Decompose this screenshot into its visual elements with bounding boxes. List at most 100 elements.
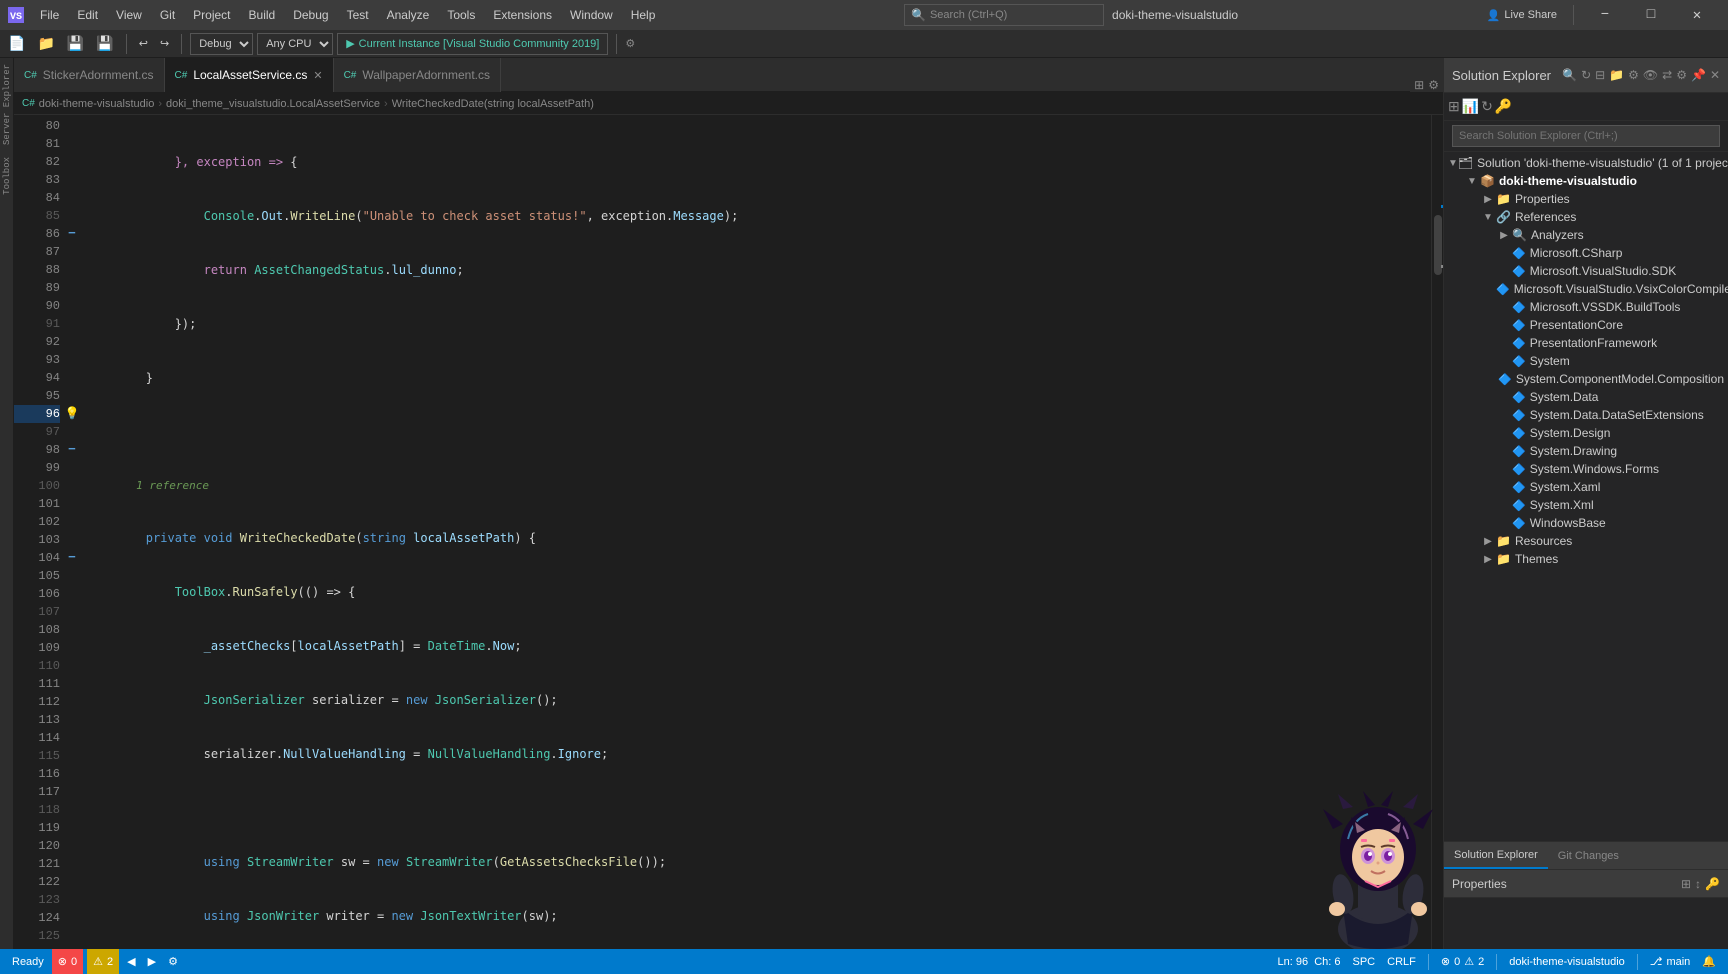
tab-stickeradornment[interactable]: C# StickerAdornment.cs	[14, 58, 165, 92]
save-all-btn[interactable]: 💾	[92, 33, 117, 54]
tree-references[interactable]: ▼ 🔗 References	[1444, 208, 1728, 226]
references-label: References	[1515, 210, 1576, 224]
status-position[interactable]: Ln: 96 Ch: 6	[1273, 956, 1344, 968]
menu-window[interactable]: Window	[562, 4, 621, 26]
menu-help[interactable]: Help	[623, 4, 664, 26]
menu-project[interactable]: Project	[185, 4, 238, 26]
sol-tb-btn-2[interactable]: 📊	[1462, 98, 1479, 115]
sol-show-all-btn[interactable]: 📁	[1609, 68, 1624, 82]
menu-test[interactable]: Test	[339, 4, 377, 26]
ref-icon-10: 🔷	[1512, 409, 1526, 422]
run-button[interactable]: ▶ Current Instance [Visual Studio Commun…	[337, 33, 608, 55]
menu-file[interactable]: File	[32, 4, 67, 26]
breadcrumb-method[interactable]: WriteCheckedDate(string localAssetPath)	[392, 98, 594, 110]
status-nav-forward[interactable]: ▶	[144, 955, 160, 968]
undo-btn[interactable]: ↩	[135, 35, 152, 52]
nav-extra-icon: ⚙	[168, 955, 178, 968]
menu-edit[interactable]: Edit	[69, 4, 106, 26]
toolbox-tab[interactable]: Toolbox	[0, 153, 14, 199]
tree-ref-system-drawing[interactable]: 🔷 System.Drawing	[1444, 442, 1728, 460]
save-btn[interactable]: 💾	[63, 33, 88, 54]
tree-ref-system[interactable]: 🔷 System	[1444, 352, 1728, 370]
tab-localassetservice[interactable]: C# LocalAssetService.cs ✕	[165, 58, 334, 92]
code-editor[interactable]: }, exception => { Console.Out.WriteLine(…	[80, 115, 1431, 949]
sol-settings-btn[interactable]: ⚙	[1676, 68, 1687, 82]
status-branch[interactable]: ⎇ main	[1646, 955, 1695, 968]
tree-ref-windowsbase[interactable]: 🔷 WindowsBase	[1444, 514, 1728, 532]
server-explorer-tab[interactable]: Server Explorer	[0, 60, 14, 149]
status-ready[interactable]: Ready	[8, 956, 48, 968]
menu-git[interactable]: Git	[152, 4, 183, 26]
debug-config-dropdown[interactable]: Debug	[190, 33, 253, 55]
solution-explorer-tab-bottom[interactable]: Solution Explorer	[1444, 842, 1548, 869]
sol-refresh-btn[interactable]: ↻	[1581, 68, 1591, 82]
tree-ref-presentationfw[interactable]: 🔷 PresentationFramework	[1444, 334, 1728, 352]
tree-ref-vs-sdk[interactable]: 🔷 Microsoft.VisualStudio.SDK	[1444, 262, 1728, 280]
tree-ref-vsix-color[interactable]: 🔷 Microsoft.VisualStudio.VsixColorCompil…	[1444, 280, 1728, 298]
menu-analyze[interactable]: Analyze	[379, 4, 438, 26]
maximize-button[interactable]: □	[1628, 0, 1674, 30]
tree-project[interactable]: ▼ 📦 doki-theme-visualstudio	[1444, 172, 1728, 190]
status-line-endings[interactable]: CRLF	[1383, 956, 1420, 968]
status-warnings[interactable]: ⚠ 2	[87, 949, 119, 974]
tree-ref-system-xml[interactable]: 🔷 System.Xml	[1444, 496, 1728, 514]
minimize-button[interactable]: −	[1582, 0, 1628, 30]
status-errors[interactable]: ⊗ 0	[52, 949, 83, 974]
status-nav-extra[interactable]: ⚙	[164, 955, 182, 968]
menu-build[interactable]: Build	[241, 4, 284, 26]
editor-scrollbar[interactable]	[1431, 115, 1443, 949]
tree-resources[interactable]: ▶ 📁 Resources	[1444, 532, 1728, 550]
git-changes-tab[interactable]: Git Changes	[1548, 842, 1629, 869]
sol-filter-btn[interactable]: ⚙	[1628, 68, 1639, 82]
sol-tb-btn-3[interactable]: ↻	[1481, 98, 1493, 115]
status-indentation[interactable]: SPC	[1349, 956, 1380, 968]
status-nav-back[interactable]: ◀	[123, 955, 139, 968]
props-key-btn[interactable]: 🔑	[1705, 877, 1720, 891]
status-project-name[interactable]: doki-theme-visualstudio	[1505, 956, 1629, 968]
tree-ref-system-wf[interactable]: 🔷 System.Windows.Forms	[1444, 460, 1728, 478]
tree-ref-system-data-dse[interactable]: 🔷 System.Data.DataSetExtensions	[1444, 406, 1728, 424]
pin-btn[interactable]: 📌	[1691, 68, 1706, 82]
tree-properties[interactable]: ▶ 📁 Properties	[1444, 190, 1728, 208]
tree-ref-presentationcore[interactable]: 🔷 PresentationCore	[1444, 316, 1728, 334]
menu-view[interactable]: View	[108, 4, 150, 26]
props-sort-btn[interactable]: ↕	[1695, 877, 1701, 891]
close-all-tabs-btn[interactable]: ⚙	[1428, 78, 1439, 92]
tree-ref-microsoft-csharp[interactable]: 🔷 Microsoft.CSharp	[1444, 244, 1728, 262]
toolbar-extra-btn[interactable]: ⚙	[625, 37, 635, 50]
tree-ref-system-cmc[interactable]: 🔷 System.ComponentModel.Composition	[1444, 370, 1728, 388]
sol-collapse-btn[interactable]: ⊟	[1595, 68, 1605, 82]
new-project-btn[interactable]: 📄	[4, 33, 29, 54]
open-btn[interactable]: 📁	[33, 33, 58, 54]
sol-sync-btn[interactable]: ⇄	[1662, 68, 1672, 82]
platform-dropdown[interactable]: Any CPU	[257, 33, 333, 55]
tree-ref-system-design[interactable]: 🔷 System.Design	[1444, 424, 1728, 442]
menu-extensions[interactable]: Extensions	[485, 4, 560, 26]
split-editor-btn[interactable]: ⊞	[1414, 78, 1424, 92]
sol-tb-btn-4[interactable]: 🔑	[1495, 98, 1512, 115]
solution-search-input[interactable]	[1452, 125, 1720, 147]
props-categorize-btn[interactable]: ⊞	[1681, 877, 1691, 891]
tree-ref-system-xaml[interactable]: 🔷 System.Xaml	[1444, 478, 1728, 496]
live-share-btn[interactable]: 👤 Live Share	[1479, 9, 1565, 22]
close-panel-btn[interactable]: ✕	[1710, 68, 1720, 82]
sol-search-btn[interactable]: 🔍	[1562, 68, 1577, 82]
close-button[interactable]: ✕	[1674, 0, 1720, 30]
tree-ref-system-data[interactable]: 🔷 System.Data	[1444, 388, 1728, 406]
sol-tb-btn-1[interactable]: ⊞	[1448, 98, 1460, 115]
status-errors-bottom[interactable]: ⊗ 0 ⚠ 2	[1437, 955, 1488, 968]
tab-close-btn[interactable]: ✕	[313, 69, 322, 82]
redo-btn[interactable]: ↪	[156, 35, 173, 52]
tree-ref-vssdk-buildtools[interactable]: 🔷 Microsoft.VSSDK.BuildTools	[1444, 298, 1728, 316]
tree-solution-root[interactable]: ▼ 🗂 Solution 'doki-theme-visualstudio' (…	[1444, 154, 1728, 172]
tree-themes[interactable]: ▶ 📁 Themes	[1444, 550, 1728, 568]
sol-preview-btn[interactable]: 👁	[1643, 68, 1658, 82]
menu-tools[interactable]: Tools	[439, 4, 483, 26]
tree-analyzers[interactable]: ▶ 🔍 Analyzers	[1444, 226, 1728, 244]
menu-debug[interactable]: Debug	[285, 4, 336, 26]
breadcrumb-namespace[interactable]: doki_theme_visualstudio.LocalAssetServic…	[166, 98, 380, 110]
breadcrumb-project[interactable]: doki-theme-visualstudio	[39, 98, 155, 110]
code-line-80: }, exception => {	[88, 153, 1423, 171]
tab-wallpaperadornment[interactable]: C# WallpaperAdornment.cs	[334, 58, 501, 92]
status-notifications[interactable]: 🔔	[1698, 955, 1720, 968]
